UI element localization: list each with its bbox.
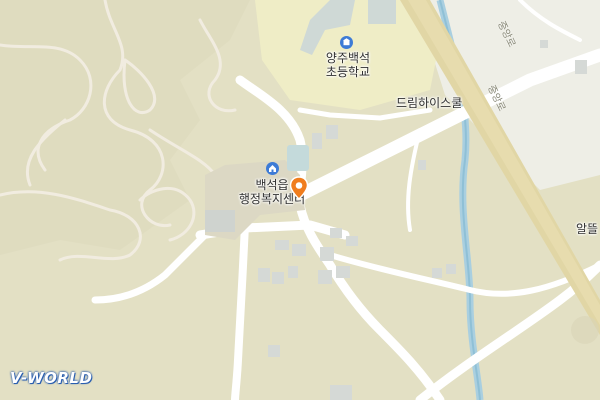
office-annex bbox=[205, 210, 235, 232]
school-label[interactable]: 양주백석 초등학교 bbox=[318, 51, 378, 79]
school-label-line1: 양주백석 bbox=[325, 51, 371, 65]
provider-logo: V-WORLD bbox=[10, 369, 93, 387]
location-pin-icon[interactable] bbox=[289, 176, 309, 201]
apartment-label[interactable]: 드림하이스쿨 bbox=[396, 96, 462, 110]
home-building-icon bbox=[266, 160, 279, 179]
school-building bbox=[368, 0, 396, 24]
terrain-patch bbox=[571, 316, 599, 344]
office-building bbox=[287, 145, 309, 171]
map-canvas[interactable]: 양주백석 초등학교 백석읍 행정복지센터 드림하이스쿨 알뜰 중앙로 중앙로 V… bbox=[0, 0, 600, 400]
edge-place-label[interactable]: 알뜰 bbox=[576, 222, 598, 236]
school-label-line2: 초등학교 bbox=[325, 65, 371, 79]
